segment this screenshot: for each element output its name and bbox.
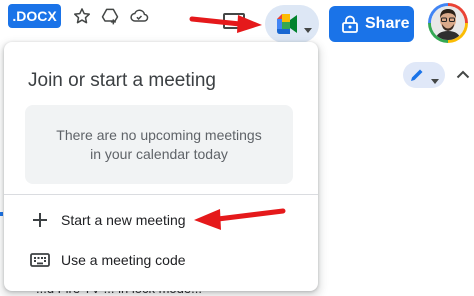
star-icon[interactable] — [72, 6, 92, 26]
menu-item-label: Use a meeting code — [61, 252, 186, 268]
share-button[interactable]: Share — [329, 6, 414, 42]
chevron-up-icon[interactable] — [456, 66, 470, 79]
divider — [4, 194, 318, 195]
chevron-down-icon — [304, 21, 312, 33]
move-to-drive-icon[interactable] — [100, 6, 120, 26]
profile-photo — [431, 6, 465, 40]
menu-item-label: Start a new meeting — [61, 212, 186, 228]
pencil-icon — [409, 67, 425, 83]
annotation-arrow-start-meeting — [194, 208, 286, 230]
lock-people-icon — [341, 15, 359, 33]
avatar[interactable] — [428, 3, 468, 43]
chevron-down-icon — [431, 72, 439, 84]
document-margin-marker — [0, 212, 3, 216]
annotation-arrow-meet — [189, 15, 262, 33]
file-type-badge: .DOCX — [8, 4, 61, 28]
use-meeting-code-item[interactable]: Use a meeting code — [4, 240, 318, 280]
empty-state-box: There are no upcoming meetings in your c… — [25, 105, 293, 184]
keyboard-icon — [30, 250, 50, 270]
cloud-saved-icon[interactable] — [129, 6, 149, 26]
editing-mode-button[interactable] — [403, 62, 445, 88]
empty-state-line: There are no upcoming meetings — [56, 127, 262, 143]
google-meet-button[interactable] — [265, 5, 319, 43]
plus-icon — [30, 210, 50, 230]
meet-popup: Join or start a meeting There are no upc… — [4, 42, 318, 291]
google-meet-icon — [275, 13, 299, 35]
empty-state-line: in your calendar today — [90, 146, 228, 162]
share-button-label: Share — [365, 15, 410, 32]
popup-title: Join or start a meeting — [28, 70, 216, 91]
